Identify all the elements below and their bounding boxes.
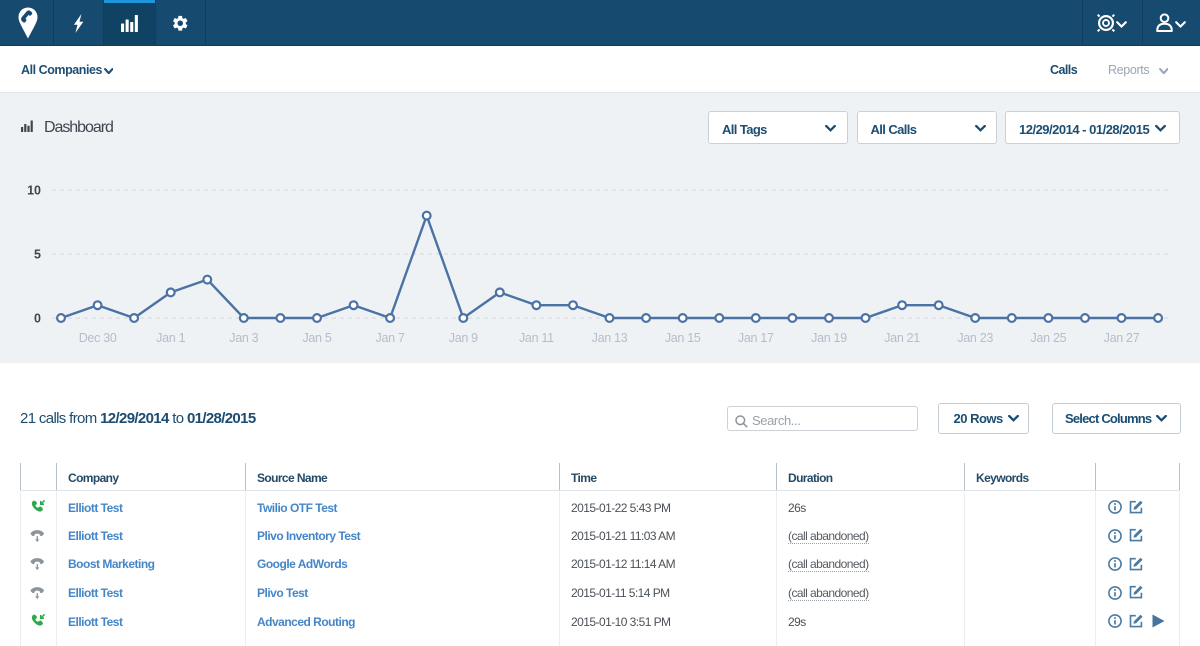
svg-text:Jan 19: Jan 19 (811, 331, 847, 345)
svg-text:0: 0 (34, 312, 41, 326)
svg-text:Dec 30: Dec 30 (79, 331, 117, 345)
svg-text:Jan 23: Jan 23 (957, 331, 993, 345)
svg-text:Jan 15: Jan 15 (665, 331, 701, 345)
svg-text:Jan 11: Jan 11 (519, 331, 554, 345)
svg-text:Jan 3: Jan 3 (229, 331, 258, 345)
svg-text:Jan 5: Jan 5 (302, 331, 331, 345)
svg-text:Jan 21: Jan 21 (884, 331, 920, 345)
svg-text:Jan 9: Jan 9 (449, 331, 478, 345)
svg-text:Jan 25: Jan 25 (1031, 331, 1067, 345)
svg-text:Jan 17: Jan 17 (738, 331, 774, 345)
svg-text:Jan 7: Jan 7 (376, 331, 405, 345)
svg-text:10: 10 (27, 184, 41, 198)
svg-text:Jan 13: Jan 13 (592, 331, 628, 345)
svg-text:5: 5 (34, 248, 41, 262)
svg-text:Jan 27: Jan 27 (1104, 331, 1140, 345)
svg-text:Jan 1: Jan 1 (156, 331, 185, 345)
